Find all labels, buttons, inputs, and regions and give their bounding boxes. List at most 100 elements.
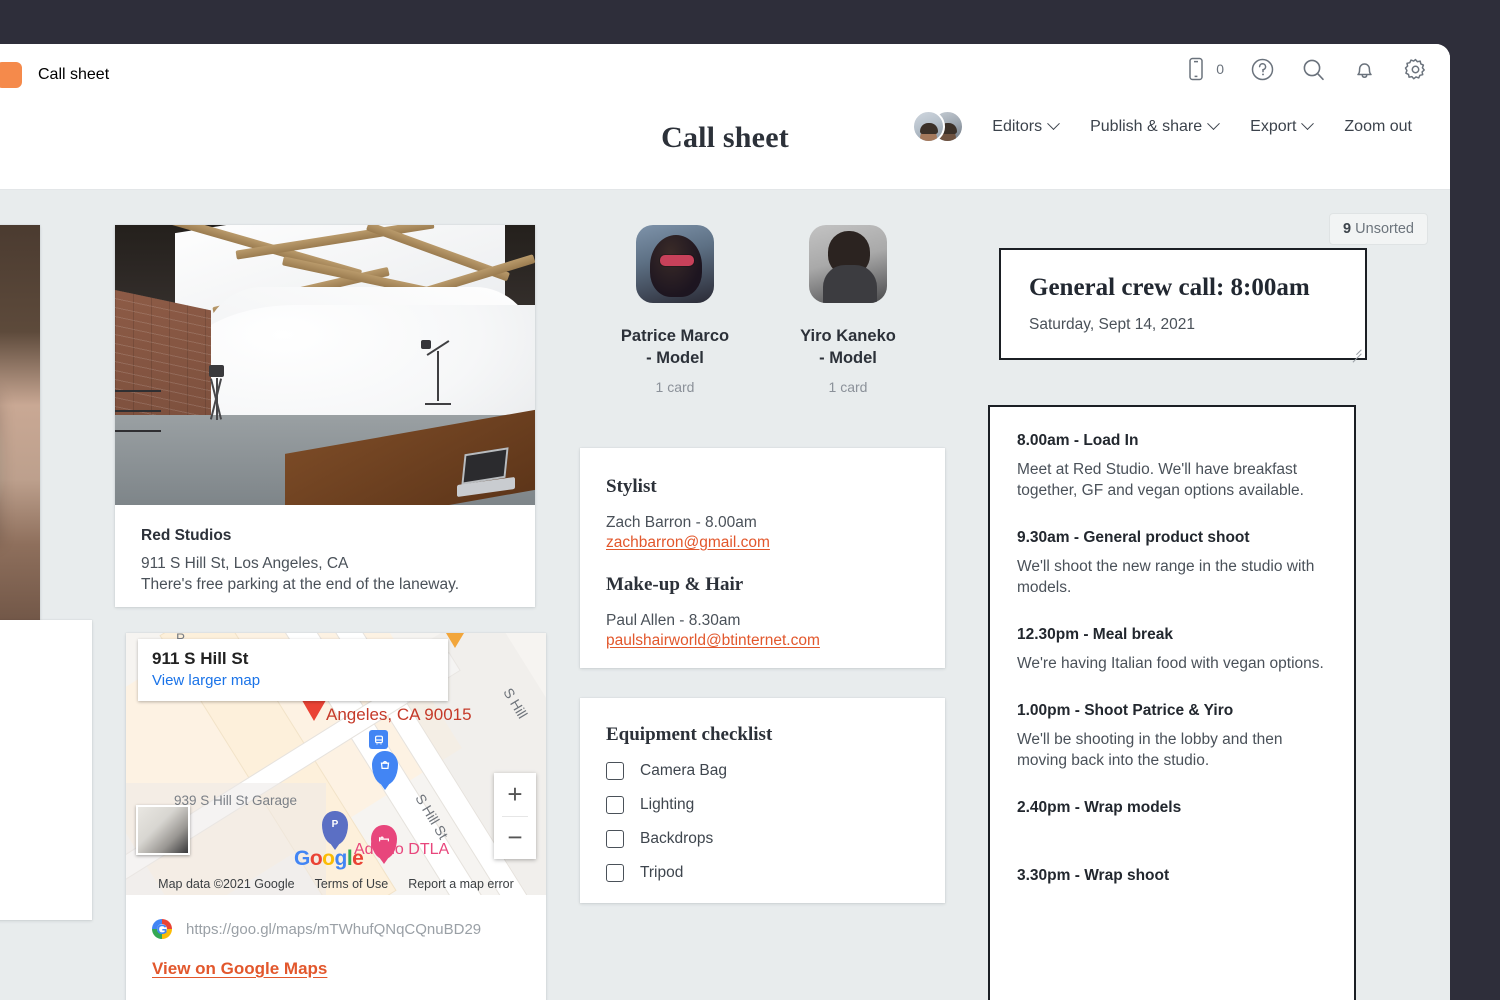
chevron-down-icon	[1047, 117, 1060, 131]
card-location[interactable]: Red Studios 911 S Hill St, Los Angeles, …	[115, 225, 535, 607]
map-attribution: Map data ©2021 Google Terms of Use Repor…	[126, 877, 546, 891]
resize-handle[interactable]	[1350, 343, 1362, 355]
map-infobox[interactable]: 911 S Hill St View larger map	[138, 639, 448, 701]
contacts-person-stylist: Zach Barron - 8.00am	[606, 514, 757, 531]
partial-text-line: ll be	[0, 760, 92, 782]
document-actions: Editors Publish & share Export Zoom out	[912, 110, 1428, 143]
contacts-heading-stylist: Stylist	[606, 476, 657, 497]
map-url-row: https://goo.gl/maps/mTWhufQNqCQnuBD29	[126, 895, 546, 939]
document-toolbar: Call sheet Editors Publish & share Expor…	[0, 102, 1450, 190]
checklist-item[interactable]: Tripod	[606, 864, 919, 882]
map-icon-transit[interactable]	[369, 730, 388, 749]
map-label-city: Angeles, CA 90015	[326, 705, 472, 724]
map-infobox-title: 911 S Hill St	[152, 649, 249, 668]
location-name: Red Studios	[141, 527, 232, 544]
map-pin-parking[interactable]: P	[322, 811, 348, 850]
schedule-item: 3.30pm - Wrap shoot	[1017, 867, 1327, 885]
person-card-patrice[interactable]: Patrice Marco - Model 1 card	[595, 225, 755, 395]
schedule-item-time: 9.30am - General product shoot	[1017, 529, 1250, 546]
avatar	[636, 225, 714, 303]
person-card-count: 1 card	[828, 379, 868, 395]
schedule-item-desc: We'll shoot the new range in the studio …	[1017, 558, 1315, 596]
contacts-person-makeup: Paul Allen - 8.30am	[606, 612, 741, 629]
notifications-icon[interactable]	[1351, 56, 1377, 82]
checklist-item[interactable]: Camera Bag	[606, 762, 919, 780]
board-canvas[interactable]: 9 Unsorted of ng that ll be els at	[0, 190, 1450, 1000]
schedule-item: 8.00am - Load In Meet at Red Studio. We'…	[1017, 432, 1327, 501]
map-attribution-copyright: Map data ©2021 Google	[158, 877, 295, 891]
card-schedule[interactable]: 8.00am - Load In Meet at Red Studio. We'…	[988, 405, 1356, 1000]
person-role: - Model	[646, 349, 704, 367]
partial-text-line: of	[0, 716, 92, 738]
location-note: There's free parking at the end of the l…	[141, 576, 460, 593]
person-card-yiro[interactable]: Yiro Kaneko - Model 1 card	[768, 225, 928, 395]
search-icon[interactable]	[1300, 56, 1326, 82]
schedule-item: 12.30pm - Meal break We're having Italia…	[1017, 626, 1327, 674]
checkbox-camera-bag[interactable]	[606, 762, 624, 780]
card-contacts[interactable]: Stylist Zach Barron - 8.00am zachbarron@…	[580, 448, 945, 668]
map-label-garage: 939 S Hill St Garage	[174, 793, 298, 808]
card-map[interactable]: P Takeout Angeles, CA 90015 939 S Hill S…	[126, 633, 546, 1000]
top-toolbar: Call sheet 0	[0, 44, 1450, 102]
partial-text-line: ng that	[0, 738, 92, 760]
studio-photo-image	[115, 225, 535, 505]
toolbar-icon-group: 0	[1183, 56, 1428, 82]
mobile-preview-icon[interactable]	[1183, 56, 1209, 82]
checkbox-lighting[interactable]	[606, 796, 624, 814]
avatar	[809, 225, 887, 303]
map-pin-shop[interactable]	[372, 751, 398, 790]
brand-area[interactable]: Call sheet	[0, 62, 109, 88]
location-address: 911 S Hill St, Los Angeles, CA	[141, 555, 349, 572]
contacts-email-makeup[interactable]: paulshairworld@btinternet.com	[606, 632, 820, 650]
export-menu[interactable]: Export	[1234, 110, 1328, 143]
google-icon	[152, 919, 172, 939]
map-url-text: https://goo.gl/maps/mTWhufQNqCQnuBD29	[186, 920, 482, 938]
checklist-heading: Equipment checklist	[606, 724, 773, 745]
zoom-out-button[interactable]: Zoom out	[1328, 110, 1428, 143]
google-wordmark: Google	[294, 847, 364, 870]
checklist-item-label: Lighting	[640, 796, 695, 813]
map-zoom-in-button[interactable]: +	[494, 773, 536, 816]
app-window: Call sheet 0 Call sheet Editors Publish …	[0, 44, 1450, 1000]
contacts-email-stylist[interactable]: zachbarron@gmail.com	[606, 534, 770, 552]
crew-call-title: General crew call: 8:00am	[1029, 274, 1310, 301]
map-report-error-link[interactable]: Report a map error	[408, 877, 514, 891]
person-name: Yiro Kaneko	[800, 327, 896, 345]
settings-icon[interactable]	[1402, 56, 1428, 82]
map-street-view-thumbnail[interactable]	[136, 805, 190, 855]
partial-text-line: els at	[0, 782, 92, 804]
schedule-item-time: 1.00pm - Shoot Patrice & Yiro	[1017, 702, 1234, 719]
checkbox-backdrops[interactable]	[606, 830, 624, 848]
checklist-item[interactable]: Backdrops	[606, 830, 919, 848]
unsorted-badge[interactable]: 9 Unsorted	[1329, 213, 1428, 245]
person-card-count: 1 card	[655, 379, 695, 395]
card-partial-text[interactable]: of ng that ll be els at	[0, 620, 92, 920]
breadcrumb-project-name: Call sheet	[38, 66, 110, 83]
editor-avatars[interactable]	[912, 110, 966, 143]
card-general-crew-call[interactable]: General crew call: 8:00am Saturday, Sept…	[999, 248, 1367, 360]
schedule-item-desc: Meet at Red Studio. We'll have breakfast…	[1017, 461, 1304, 499]
view-larger-map-link[interactable]: View larger map	[152, 672, 434, 689]
checklist-item-label: Backdrops	[640, 830, 714, 847]
card-partial-photo[interactable]	[0, 225, 40, 635]
schedule-item: 2.40pm - Wrap models	[1017, 799, 1327, 817]
mobile-preview-group[interactable]: 0	[1183, 56, 1224, 82]
checklist-item-label: Camera Bag	[640, 762, 728, 779]
card-equipment-checklist[interactable]: Equipment checklist Camera Bag Lighting …	[580, 698, 945, 903]
person-name: Patrice Marco	[620, 327, 730, 345]
map-terms-link[interactable]: Terms of Use	[315, 877, 389, 891]
help-icon[interactable]	[1249, 56, 1275, 82]
view-on-google-maps-link[interactable]: View on Google Maps	[152, 959, 327, 979]
publish-share-menu[interactable]: Publish & share	[1074, 110, 1234, 143]
schedule-item-desc: We'll be shooting in the lobby and then …	[1017, 731, 1283, 769]
map-zoom-controls[interactable]: + −	[494, 773, 536, 859]
chevron-down-icon	[1207, 117, 1221, 131]
checklist-item[interactable]: Lighting	[606, 796, 919, 814]
map-viewport[interactable]: P Takeout Angeles, CA 90015 939 S Hill S…	[126, 633, 546, 895]
checkbox-tripod[interactable]	[606, 864, 624, 882]
schedule-item: 1.00pm - Shoot Patrice & Yiro We'll be s…	[1017, 702, 1327, 771]
unsorted-label: Unsorted	[1355, 221, 1414, 237]
contacts-heading-makeup: Make-up & Hair	[606, 574, 744, 595]
map-zoom-out-button[interactable]: −	[494, 817, 536, 860]
editors-menu[interactable]: Editors	[976, 110, 1074, 143]
